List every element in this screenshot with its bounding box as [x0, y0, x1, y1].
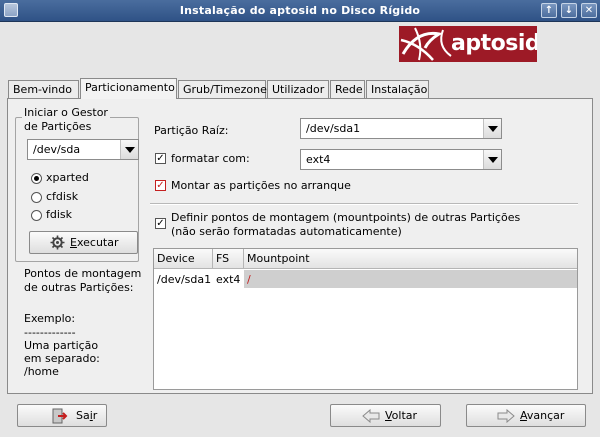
column-header-fs[interactable]: FS: [213, 249, 244, 269]
radio-cfdisk[interactable]: [31, 192, 42, 203]
tab-grub-timezone[interactable]: Grub/Timezone: [178, 80, 267, 99]
execute-button[interactable]: Executar: [29, 231, 138, 254]
chevron-down-icon[interactable]: [483, 150, 501, 169]
cell-mountpoint-input[interactable]: /: [244, 270, 577, 288]
aptosid-logo: aptosid: [399, 26, 537, 62]
cell-fs: ext4: [216, 273, 241, 286]
tab-instalacao[interactable]: Instalação: [366, 80, 429, 99]
define-mountpoints-checkbox[interactable]: ✓: [155, 218, 166, 229]
tab-particionamento[interactable]: Particionamento: [80, 78, 177, 99]
logo-swirl-icon: [400, 27, 452, 61]
radio-fdisk[interactable]: [31, 210, 42, 221]
filesystem-value: ext4: [306, 153, 331, 166]
chevron-down-icon[interactable]: [483, 119, 501, 138]
help-line: Uma partição: [24, 339, 99, 352]
cell-device: /dev/sda1: [157, 273, 212, 286]
title-bar[interactable]: Instalação do aptosid no Disco Rígido ↑ …: [0, 0, 600, 22]
logo-text: aptosid: [451, 31, 537, 56]
radio-cfdisk-label: cfdisk: [46, 190, 79, 203]
back-mnemonic: V: [385, 409, 392, 422]
disk-select-value: /dev/sda: [33, 143, 81, 156]
define-mountpoints-label: Definir pontos de montagem (mountpoints)…: [171, 211, 521, 224]
mount-on-boot-label: Montar as partições no arranque: [171, 179, 351, 192]
window-title: Instalação do aptosid no Disco Rígido: [179, 4, 421, 17]
execute-mnemonic: E: [70, 236, 77, 249]
back-button[interactable]: Voltar: [330, 404, 441, 427]
window-down-button[interactable]: ↓: [561, 3, 577, 18]
format-label: formatar com:: [171, 152, 250, 165]
gear-icon: [50, 235, 65, 250]
help-line: Exemplo:: [24, 312, 76, 325]
group-title-line1: Iniciar o Gestor: [22, 106, 110, 119]
help-line: -------------: [24, 326, 76, 339]
help-line: Pontos de montagem: [24, 267, 142, 280]
tab-utilizador[interactable]: Utilizador: [267, 80, 329, 99]
next-button[interactable]: Avançar: [466, 404, 586, 427]
quit-label-prefix: Sa: [76, 409, 90, 422]
execute-label: xecutar: [76, 236, 119, 249]
window-up-button[interactable]: ↑: [541, 3, 557, 18]
tab-bem-vindo[interactable]: Bem-vindo: [8, 80, 79, 99]
root-partition-select[interactable]: /dev/sda1: [300, 118, 502, 139]
divider: [150, 203, 578, 205]
back-label: oltar: [391, 409, 418, 422]
mountpoint-table[interactable]: Device FS Mountpoint /dev/sda1 ext4 /: [153, 248, 578, 390]
next-label: vançar: [526, 409, 565, 422]
window-close-button[interactable]: ✕: [581, 3, 597, 18]
arrow-left-icon: [362, 409, 380, 423]
quit-label-rest: r: [92, 409, 98, 422]
column-header-device[interactable]: Device: [154, 249, 213, 269]
next-mnemonic: A: [520, 409, 527, 422]
chevron-down-icon[interactable]: [120, 140, 138, 159]
help-line: em separado:: [24, 352, 100, 365]
tab-rede[interactable]: Rede: [330, 80, 365, 99]
disk-select[interactable]: /dev/sda: [27, 139, 139, 160]
exit-icon: [52, 408, 68, 424]
column-header-mountpoint[interactable]: Mountpoint: [244, 249, 577, 269]
root-partition-value: /dev/sda1: [306, 122, 361, 135]
mount-on-boot-checkbox[interactable]: ✓: [155, 180, 166, 191]
radio-xparted-label: xparted: [46, 171, 89, 184]
help-line: /home: [24, 365, 59, 378]
define-mountpoints-note: (não serão formatadas automaticamente): [171, 225, 402, 238]
format-checkbox[interactable]: ✓: [155, 153, 166, 164]
radio-xparted[interactable]: [31, 173, 42, 184]
arrow-right-icon: [497, 409, 515, 423]
group-title-line2: de Partições: [24, 120, 92, 133]
root-partition-label: Partição Raíz:: [154, 124, 229, 137]
filesystem-select[interactable]: ext4: [300, 149, 502, 170]
quit-button[interactable]: Sair: [17, 404, 107, 427]
radio-fdisk-label: fdisk: [46, 208, 73, 221]
help-line: de outras Partições:: [24, 281, 134, 294]
